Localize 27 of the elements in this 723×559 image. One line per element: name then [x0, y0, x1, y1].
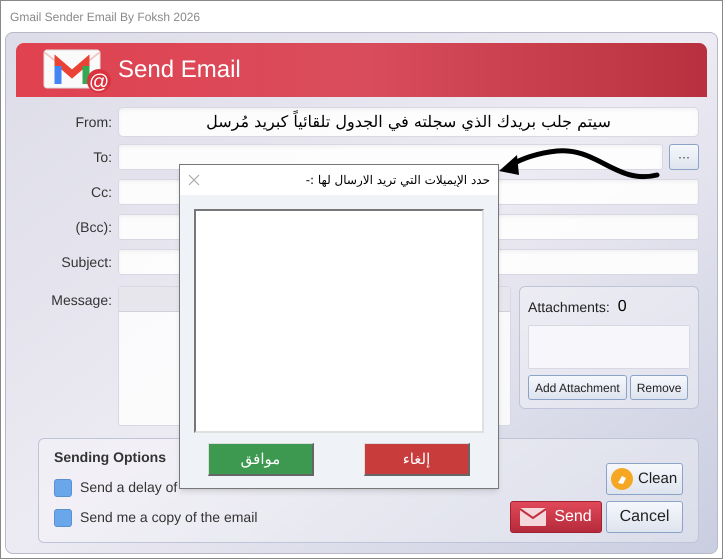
send-button[interactable]: Send	[510, 501, 602, 533]
close-icon[interactable]	[188, 174, 200, 186]
sending-options-title: Sending Options	[54, 448, 166, 467]
field-label: Subject:	[60, 252, 112, 272]
browse-button[interactable]: ···	[669, 144, 699, 170]
window-title: Gmail Sender Email By Foksh 2026	[10, 8, 200, 26]
attachments-label: Attachments:	[528, 298, 610, 316]
option-label: Send a delay of	[80, 478, 178, 497]
envelope-icon	[520, 508, 546, 526]
dialog-title: حدد الإيميلات التي تريد الارسال لها :-	[306, 172, 490, 189]
attachment-button[interactable]: Remove	[630, 375, 688, 400]
clean-button[interactable]: Clean	[606, 463, 683, 495]
attachments-count: 0	[618, 297, 627, 317]
option-label: Send me a copy of the email	[80, 508, 258, 527]
message-label: Message:	[50, 291, 112, 310]
field-label: Cc:	[90, 182, 112, 202]
dialog-button[interactable]: موافق	[208, 443, 314, 476]
checkbox[interactable]	[54, 478, 72, 496]
attachment-button[interactable]: Add Attachment	[528, 375, 627, 400]
cancel-button[interactable]: Cancel	[606, 501, 683, 533]
dialog-button[interactable]: إلغاء	[364, 443, 470, 476]
field-label: To:	[92, 148, 112, 166]
header-title: Send Email	[118, 55, 241, 85]
checkbox[interactable]	[54, 508, 72, 526]
field-label: (Bcc):	[74, 218, 112, 237]
from-field[interactable]: سيتم جلب بريدك الذي سجلته في الجدول تلقائياً كبريد مُرسل	[118, 107, 699, 137]
field-label: From:	[74, 112, 112, 132]
